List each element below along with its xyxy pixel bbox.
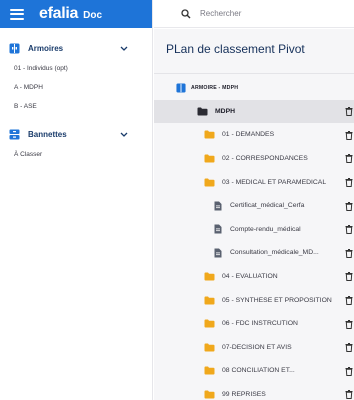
section-bannettes-title: Bannettes [28, 129, 67, 139]
folder-icon [204, 177, 215, 188]
section-armoires[interactable]: Armoires [0, 40, 152, 56]
tree-row-folder[interactable]: 05 - SYNTHESE ET PROPOSITION [154, 288, 354, 312]
tree-label: 02 - CORRESPONDANCES [222, 155, 308, 163]
sidebar-item-ase[interactable]: B - ASE [0, 97, 152, 116]
folder-icon [204, 295, 215, 306]
tree-label: 01 - DEMANDES [222, 131, 275, 139]
brand-bar: efalia Doc [0, 0, 152, 28]
folder-icon [204, 389, 215, 400]
tree-row-folder[interactable]: 03 - MEDICAL ET PARAMEDICAL [154, 170, 354, 194]
tree-row-folder[interactable]: 07-DECISION ET AVIS [154, 336, 354, 360]
tree-label: 07-DECISION ET AVIS [222, 343, 292, 351]
trash-icon[interactable] [344, 343, 353, 353]
folder-icon [204, 129, 215, 140]
sidebar-item-individus[interactable]: 01 - Individus (opt) [0, 59, 152, 78]
trash-icon[interactable] [344, 390, 353, 400]
tree-label: MDPH [215, 107, 236, 115]
tree-row-folder[interactable]: 02 - CORRESPONDANCES [154, 147, 354, 171]
main-panel: PLan de classement Pivot ARMOIRE - MDPH … [154, 29, 354, 400]
section-armoires-title: Armoires [28, 43, 64, 53]
tree-row-folder[interactable]: 04 - EVALUATION [154, 265, 354, 289]
tree-row-document[interactable]: Certificat_médical_Cerfa [154, 194, 354, 218]
document-icon [212, 247, 223, 258]
tree-row-folder[interactable]: 06 - FDC INSTRCUTION [154, 312, 354, 336]
trash-icon[interactable] [344, 295, 353, 305]
bannette-icon [8, 128, 20, 140]
folder-icon [204, 153, 215, 164]
document-icon [212, 224, 223, 235]
tree-label: 08 CONCILIATION ET... [222, 367, 295, 375]
tree-label: 99 REPRISES [222, 391, 266, 399]
trash-icon[interactable] [344, 201, 353, 211]
tree-label: 06 - FDC INSTRCUTION [222, 320, 298, 328]
brand-logo: efalia [39, 5, 79, 22]
top-bar [154, 0, 354, 28]
trash-icon[interactable] [344, 366, 353, 376]
trash-icon[interactable] [344, 319, 353, 329]
tree-label: 05 - SYNTHESE ET PROPOSITION [222, 296, 332, 304]
trash-icon[interactable] [344, 272, 353, 282]
folder-icon [204, 318, 215, 329]
tree-label: Consultation_médicale_MD... [230, 249, 319, 257]
section-bannettes[interactable]: Bannettes [0, 126, 152, 142]
folder-icon [204, 342, 215, 353]
armoire-icon [175, 82, 186, 93]
trash-icon[interactable] [344, 225, 353, 235]
folder-icon [204, 365, 215, 376]
tree-label: ARMOIRE - MDPH [191, 84, 239, 91]
tree-label: 03 - MEDICAL ET PARAMEDICAL [222, 178, 327, 186]
search-input[interactable] [200, 9, 350, 18]
tree-row-document[interactable]: Consultation_médicale_MD... [154, 241, 354, 265]
trash-icon[interactable] [344, 177, 353, 187]
chevron-down-icon [118, 132, 130, 137]
chevron-down-icon [118, 46, 130, 51]
trash-icon[interactable] [344, 130, 353, 140]
menu-icon[interactable] [10, 8, 24, 20]
tree-row-folder[interactable]: 01 - DEMANDES [154, 123, 354, 147]
tree-row-mdph[interactable]: MDPH [154, 99, 354, 124]
tree-row-folder[interactable]: 08 CONCILIATION ET... [154, 359, 354, 383]
tree-label: Certificat_médical_Cerfa [230, 202, 305, 210]
tree-row-folder[interactable]: 99 REPRISES [154, 383, 354, 400]
document-icon [212, 200, 223, 211]
brand-sub: Doc [83, 10, 103, 21]
sidebar: efalia Doc Armoires 01 - Individus (opt)… [0, 0, 153, 400]
divider [154, 73, 354, 74]
folder-icon [204, 271, 215, 282]
sidebar-item-a-classer[interactable]: À Classer [0, 145, 152, 164]
page-title: PLan de classement Pivot [166, 42, 305, 56]
trash-icon[interactable] [344, 154, 353, 164]
folder-icon [197, 106, 208, 117]
tree-label: Compte-rendu_médical [230, 225, 301, 233]
tree-label: 04 - EVALUATION [222, 273, 278, 281]
tree-row-document[interactable]: Compte-rendu_médical [154, 218, 354, 242]
armoire-icon [8, 42, 20, 54]
search-icon [181, 8, 191, 18]
trash-icon[interactable] [344, 248, 353, 258]
sidebar-item-mdph[interactable]: A - MDPH [0, 78, 152, 97]
trash-icon[interactable] [344, 107, 353, 117]
tree-row-armoire[interactable]: ARMOIRE - MDPH [154, 76, 354, 100]
